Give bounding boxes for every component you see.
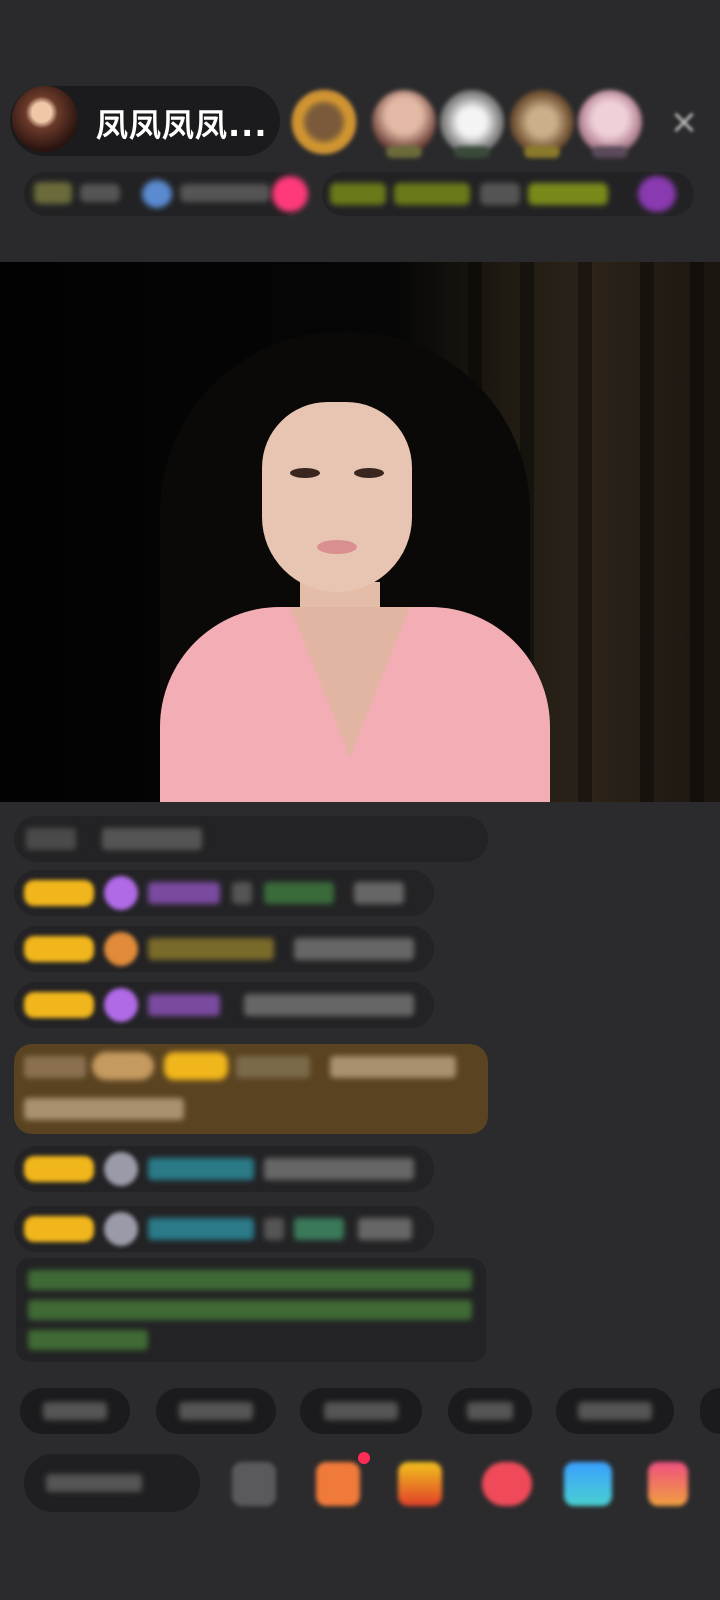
chat-text [354,882,404,904]
lips [317,540,357,554]
chat-text [330,1056,456,1078]
avatar [104,1212,138,1246]
fans-icon[interactable] [272,176,308,212]
bag-icon [104,932,138,966]
chat-text [264,1158,414,1180]
level-badge [24,936,94,962]
chat-badge [92,1052,154,1080]
level-badge [164,1052,228,1080]
anchor-avatar[interactable] [12,86,78,152]
chat-text [24,1098,184,1120]
notification-dot [358,1452,370,1464]
chat-message [14,1206,434,1252]
quick-reply-button[interactable] [556,1388,674,1434]
quick-reply-button[interactable] [156,1388,276,1434]
rank-label [180,184,270,202]
chat-text [294,938,414,960]
tag-chip[interactable] [330,183,386,205]
eye [290,468,320,478]
tag-row [322,172,694,216]
level-badge [34,182,72,204]
chat-username [236,1056,310,1078]
quick-reply-button[interactable] [20,1388,130,1434]
curtain-shadow [690,262,704,802]
level-badge [24,1216,94,1242]
close-icon[interactable]: × [666,104,702,140]
level-badge [24,880,94,906]
chat-message [14,816,488,862]
level-badge [24,992,94,1018]
tag-chip[interactable] [394,183,470,205]
gift-icon[interactable] [638,176,676,212]
system-notice [16,1258,486,1362]
top-viewer-avatar[interactable] [372,90,436,158]
live-video[interactable] [0,262,720,802]
anchor-name[interactable]: 凤凤凤凤... [96,100,267,146]
chat-text [26,828,76,850]
streamer-neckline [290,607,410,757]
stream-info-row [24,172,308,216]
chat-username [148,1218,254,1240]
chat-text [102,828,202,850]
chat-username [148,938,274,960]
quick-reply-button[interactable] [700,1388,720,1434]
chat-text [294,1218,344,1240]
chat-message [14,982,434,1028]
chat-input[interactable] [24,1454,200,1512]
chat-message [14,870,434,916]
quick-reply-button[interactable] [448,1388,532,1434]
diamond-icon [104,876,138,910]
chat-text [358,1218,412,1240]
chat-text [264,1218,284,1240]
gift-box-icon[interactable] [398,1462,442,1506]
rank-icon [142,180,172,208]
top-viewer-avatar[interactable] [292,90,356,154]
chat-message [14,1146,434,1192]
gift-box-icon[interactable] [564,1462,612,1506]
tag-chip[interactable] [528,183,608,205]
quick-reply-button[interactable] [300,1388,422,1434]
avatar [104,1152,138,1186]
gift-box-icon[interactable] [482,1462,532,1506]
curtain-shadow [640,262,654,802]
chat-username [148,882,220,904]
top-viewer-avatar[interactable] [440,90,504,158]
live-header: 凤凤凤凤... × [0,0,720,262]
eye [354,468,384,478]
chat-username [148,994,220,1016]
chat-username [148,1158,254,1180]
level-badge [24,1156,94,1182]
chat-text [244,994,414,1016]
chat-username [264,882,334,904]
top-viewer-avatar[interactable] [510,90,574,158]
emoji-icon[interactable] [232,1462,276,1506]
highlight-chat-message [14,1044,488,1134]
chat-text [24,1056,86,1078]
gift-box-icon[interactable] [648,1462,688,1506]
curtain-shadow [578,262,592,802]
chat-message [14,926,434,972]
gift-box-icon[interactable] [316,1462,360,1506]
streamer-face [262,402,412,592]
tag-chip[interactable] [480,183,520,205]
chat-text [232,882,252,904]
diamond-icon [104,988,138,1022]
top-viewer-avatar[interactable] [578,90,642,158]
hot-count [80,184,120,202]
